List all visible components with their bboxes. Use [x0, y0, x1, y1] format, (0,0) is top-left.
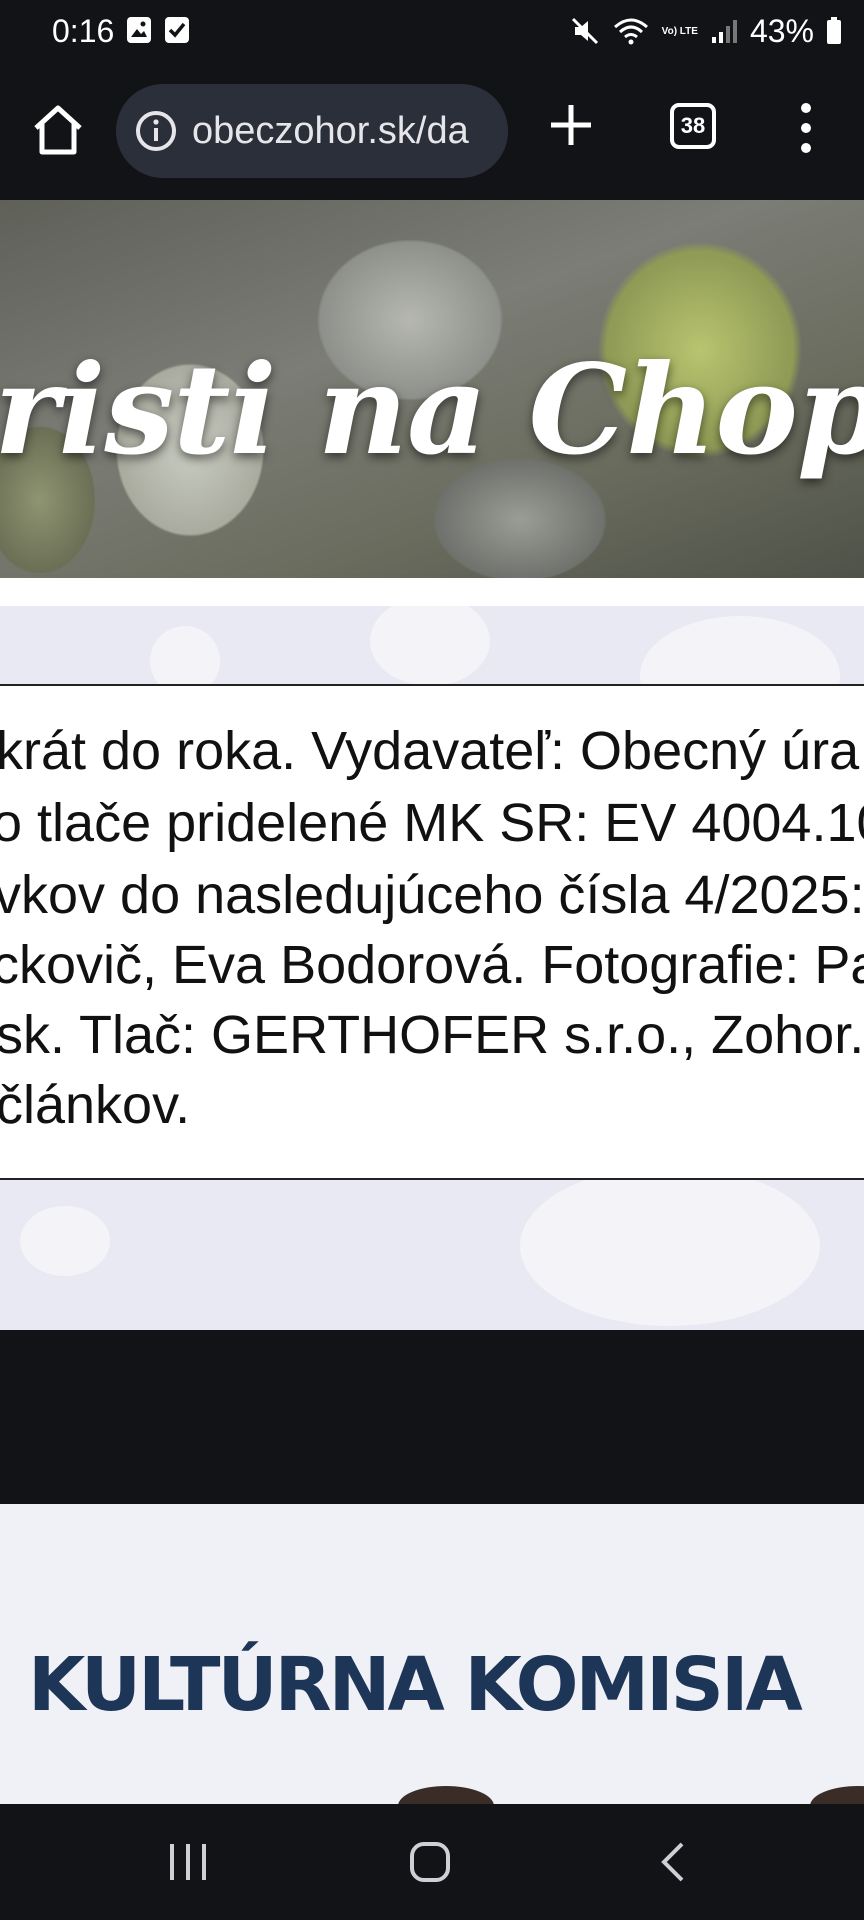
- status-time: 0:16: [52, 13, 115, 49]
- imprint-line: sk. Tlač: GERTHOFER s.r.o., Zohor. R: [0, 1005, 864, 1065]
- home-nav-icon[interactable]: [406, 1838, 454, 1886]
- browser-toolbar: obeczohor.sk/da 38: [0, 62, 864, 200]
- dark-separator: [0, 1330, 864, 1504]
- more-icon[interactable]: [798, 98, 814, 158]
- mute-icon: [571, 17, 598, 45]
- url-fade: [468, 84, 508, 178]
- url-text[interactable]: obeczohor.sk/da: [192, 84, 469, 178]
- volte-icon: Vo) LTE: [661, 25, 698, 37]
- status-right-icons: Vo) LTE 43%: [570, 8, 842, 54]
- image-icon: [127, 17, 151, 43]
- signal-icon: [711, 20, 737, 43]
- hero-image: risti na Chopku: [0, 200, 864, 578]
- imprint-line: článkov.: [0, 1075, 191, 1135]
- section-heading: KULTÚRNA KOMISIA: [28, 1642, 803, 1728]
- recent-apps-icon[interactable]: [166, 1838, 210, 1886]
- status-bar: 0:16 Vo) LTE 43%: [0, 0, 864, 62]
- info-icon[interactable]: [134, 109, 178, 153]
- imprint-text-box: krát do roka. Vydavateľ: Obecný úra o tl…: [0, 684, 864, 1180]
- imprint-line: krát do roka. Vydavateľ: Obecný úra: [0, 721, 860, 781]
- hero-title: risti na Chopku: [0, 338, 864, 483]
- imprint-line: vkov do nasledujúceho čísla 4/2025:: [0, 865, 864, 925]
- imprint-line: ckovič, Eva Bodorová. Fotografie: Pav: [0, 935, 864, 995]
- system-nav-bar: [0, 1804, 864, 1920]
- web-page: risti na Chopku krát do roka. Vydavateľ:…: [0, 200, 864, 1804]
- checkbox-icon: [165, 17, 189, 43]
- plus-icon[interactable]: [546, 100, 596, 150]
- back-icon[interactable]: [654, 1838, 690, 1886]
- battery-icon: [827, 17, 841, 44]
- imprint-line: o tlače pridelené MK SR: EV 4004.10: [0, 793, 864, 853]
- address-bar[interactable]: obeczohor.sk/da: [116, 84, 508, 178]
- tabs-icon[interactable]: 38: [670, 103, 716, 149]
- battery-percent: 43%: [749, 12, 814, 49]
- wifi-icon: [613, 18, 648, 45]
- home-icon[interactable]: [28, 100, 88, 160]
